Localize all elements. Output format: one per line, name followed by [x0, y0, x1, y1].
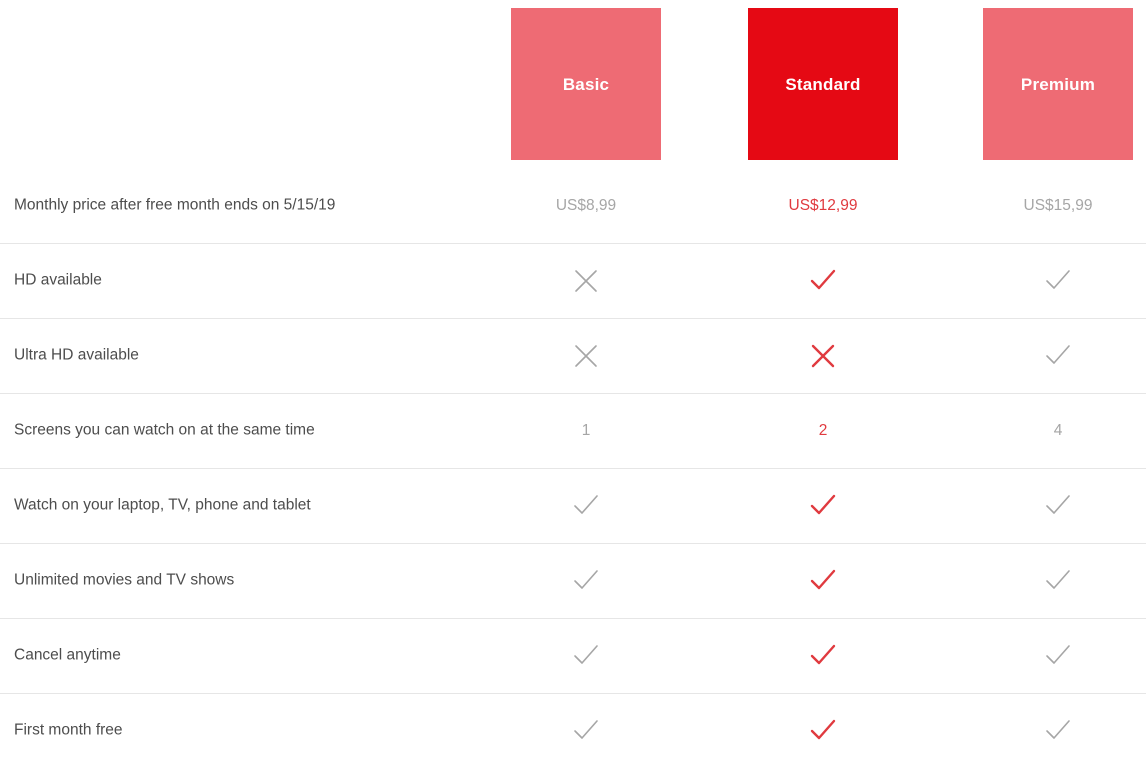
- feature-cell: US$8,99: [511, 183, 661, 229]
- feature-cell: [511, 633, 661, 679]
- check-icon: [1043, 266, 1073, 296]
- feature-cell: [511, 558, 661, 604]
- feature-cell: [983, 708, 1133, 754]
- check-icon: [571, 641, 601, 671]
- feature-row: HD available: [0, 243, 1146, 318]
- feature-label: HD available: [14, 271, 102, 289]
- check-icon: [1043, 566, 1073, 596]
- feature-cell: 4: [983, 408, 1133, 454]
- feature-cell: 2: [748, 408, 898, 454]
- check-icon: [1043, 491, 1073, 521]
- plan-chip-label: Premium: [1020, 74, 1096, 94]
- feature-label: Cancel anytime: [14, 646, 121, 664]
- cross-icon: [571, 341, 601, 371]
- feature-cell-value: 4: [1053, 422, 1063, 440]
- feature-cell: [983, 633, 1133, 679]
- feature-cell: [511, 708, 661, 754]
- feature-cell: [511, 258, 661, 304]
- feature-label: Unlimited movies and TV shows: [14, 571, 235, 589]
- check-icon: [808, 566, 838, 596]
- feature-row: Monthly price after free month ends on 5…: [0, 168, 1146, 243]
- feature-row: First month free: [0, 693, 1146, 768]
- feature-row: Cancel anytime: [0, 618, 1146, 693]
- feature-cell: [748, 633, 898, 679]
- feature-rows-container: Monthly price after free month ends on 5…: [0, 168, 1146, 768]
- check-icon: [808, 641, 838, 671]
- feature-row: Ultra HD available: [0, 318, 1146, 393]
- plan-comparison-table: Basic Standard Premium Monthly price aft…: [0, 0, 1146, 776]
- feature-label: First month free: [14, 721, 123, 739]
- feature-cell: [983, 558, 1133, 604]
- feature-cell: [983, 483, 1133, 529]
- feature-label: Ultra HD available: [14, 346, 139, 364]
- check-icon: [571, 566, 601, 596]
- plan-chip-standard[interactable]: Standard: [748, 8, 898, 160]
- feature-cell: US$12,99: [748, 183, 898, 229]
- feature-row: Unlimited movies and TV shows: [0, 543, 1146, 618]
- cross-icon: [571, 266, 601, 296]
- feature-cell: [511, 483, 661, 529]
- feature-cell: 1: [511, 408, 661, 454]
- feature-cell-value: US$15,99: [1023, 196, 1093, 214]
- check-icon: [808, 491, 838, 521]
- feature-cell: [983, 258, 1133, 304]
- feature-cell-value: 1: [581, 422, 591, 440]
- check-icon: [1043, 641, 1073, 671]
- feature-cell: [511, 333, 661, 379]
- feature-cell: [748, 708, 898, 754]
- check-icon: [808, 716, 838, 746]
- feature-cell: [748, 558, 898, 604]
- check-icon: [571, 491, 601, 521]
- feature-cell: [748, 258, 898, 304]
- check-icon: [1043, 341, 1073, 371]
- feature-label: Screens you can watch on at the same tim…: [14, 421, 315, 439]
- plan-chip-label: Basic: [562, 74, 610, 94]
- feature-row: Watch on your laptop, TV, phone and tabl…: [0, 468, 1146, 543]
- check-icon: [571, 716, 601, 746]
- feature-cell-value: 2: [818, 422, 828, 440]
- cross-icon: [808, 341, 838, 371]
- feature-cell-value: US$8,99: [555, 196, 617, 214]
- plan-chip-premium[interactable]: Premium: [983, 8, 1133, 160]
- plan-header-row: Basic Standard Premium: [0, 0, 1146, 168]
- feature-cell: [748, 333, 898, 379]
- feature-label: Monthly price after free month ends on 5…: [14, 196, 336, 214]
- plan-chip-label: Standard: [785, 74, 861, 94]
- feature-cell-value: US$12,99: [788, 196, 858, 214]
- feature-row: Screens you can watch on at the same tim…: [0, 393, 1146, 468]
- feature-cell: [983, 333, 1133, 379]
- feature-cell: [748, 483, 898, 529]
- check-icon: [808, 266, 838, 296]
- plan-chip-basic[interactable]: Basic: [511, 8, 661, 160]
- feature-label: Watch on your laptop, TV, phone and tabl…: [14, 496, 311, 514]
- feature-cell: US$15,99: [983, 183, 1133, 229]
- check-icon: [1043, 716, 1073, 746]
